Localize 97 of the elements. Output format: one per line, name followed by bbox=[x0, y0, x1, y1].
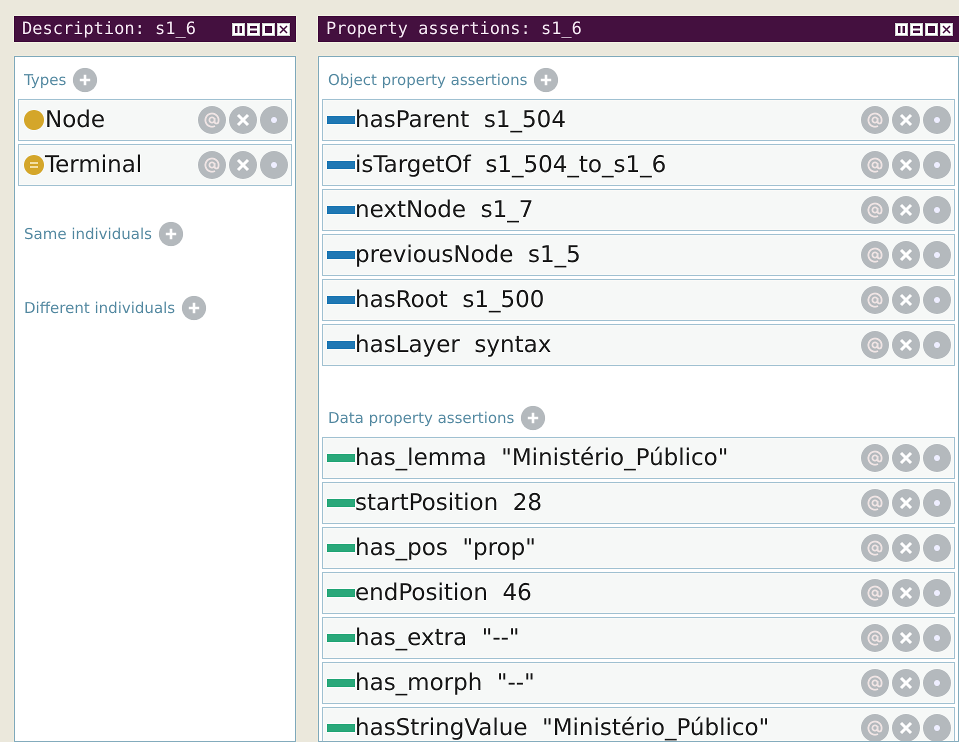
delete-icon[interactable] bbox=[891, 285, 921, 315]
edit-icon[interactable] bbox=[922, 285, 952, 315]
maximize-icon[interactable] bbox=[925, 22, 938, 36]
edit-icon[interactable] bbox=[922, 713, 952, 741]
assertion-text: has_pos "prop" bbox=[355, 535, 537, 561]
edit-icon[interactable] bbox=[922, 623, 952, 653]
assertion-row[interactable]: hasParent s1_504 bbox=[322, 99, 955, 141]
panel-title: Description: s1_6 bbox=[22, 19, 196, 39]
split-vertical-icon[interactable] bbox=[232, 22, 246, 36]
edit-icon[interactable] bbox=[922, 578, 952, 608]
split-horizontal-icon[interactable] bbox=[247, 22, 260, 36]
assertion-row[interactable]: has_morph "--" bbox=[322, 662, 955, 704]
section-label: Same individuals bbox=[24, 225, 152, 243]
delete-icon[interactable] bbox=[891, 195, 921, 225]
close-icon[interactable] bbox=[940, 22, 953, 36]
maximize-icon[interactable] bbox=[262, 22, 276, 36]
annotate-icon[interactable] bbox=[860, 533, 890, 563]
delete-icon[interactable] bbox=[891, 713, 921, 741]
delete-icon[interactable] bbox=[891, 105, 921, 135]
assertion-row[interactable]: isTargetOf s1_504_to_s1_6 bbox=[322, 144, 955, 186]
assertion-text: hasStringValue "Ministério_Público" bbox=[355, 715, 770, 741]
edit-icon[interactable] bbox=[922, 443, 952, 473]
close-icon[interactable] bbox=[277, 22, 290, 36]
edit-icon[interactable] bbox=[922, 105, 952, 135]
assertion-text: has_lemma "Ministério_Público" bbox=[355, 445, 730, 471]
assertion-text: hasParent s1_504 bbox=[355, 107, 567, 133]
add-icon[interactable] bbox=[533, 67, 560, 93]
delete-icon[interactable] bbox=[228, 105, 258, 135]
type-name: Terminal bbox=[45, 152, 144, 178]
delete-icon[interactable] bbox=[891, 443, 921, 473]
assertion-row[interactable]: startPosition 28 bbox=[322, 482, 955, 524]
annotate-icon[interactable] bbox=[860, 195, 890, 225]
edit-icon[interactable] bbox=[922, 330, 952, 360]
section-label: Different individuals bbox=[24, 299, 176, 317]
edit-icon[interactable] bbox=[259, 105, 290, 135]
delete-icon[interactable] bbox=[891, 150, 921, 180]
annotate-icon[interactable] bbox=[860, 443, 890, 473]
assertion-text: hasLayer syntax bbox=[355, 332, 552, 358]
split-horizontal-icon[interactable] bbox=[910, 22, 923, 36]
delete-icon[interactable] bbox=[891, 240, 921, 270]
panel-title: Property assertions: s1_6 bbox=[326, 19, 582, 39]
class-icon bbox=[23, 109, 45, 131]
annotate-icon[interactable] bbox=[197, 150, 228, 180]
split-vertical-icon[interactable] bbox=[895, 22, 908, 36]
delete-icon[interactable] bbox=[891, 533, 921, 563]
add-icon[interactable] bbox=[181, 295, 208, 321]
edit-icon[interactable] bbox=[922, 240, 952, 270]
assertion-text: nextNode s1_7 bbox=[355, 197, 534, 223]
assertion-row[interactable]: has_lemma "Ministério_Público" bbox=[322, 437, 955, 479]
delete-icon[interactable] bbox=[891, 578, 921, 608]
assertion-row[interactable]: hasLayer syntax bbox=[322, 324, 955, 366]
assertion-text: has_morph "--" bbox=[355, 670, 536, 696]
annotate-icon[interactable] bbox=[860, 713, 890, 741]
delete-icon[interactable] bbox=[228, 150, 258, 180]
type-name: Node bbox=[45, 107, 106, 133]
type-row[interactable]: Node bbox=[18, 99, 292, 141]
assertion-text: endPosition 46 bbox=[355, 580, 533, 606]
annotate-icon[interactable] bbox=[860, 488, 890, 518]
delete-icon[interactable] bbox=[891, 668, 921, 698]
edit-icon[interactable] bbox=[922, 533, 952, 563]
annotate-icon[interactable] bbox=[860, 240, 890, 270]
section-label: Object property assertions bbox=[328, 71, 528, 89]
assertion-row[interactable]: endPosition 46 bbox=[322, 572, 955, 614]
assertion-row[interactable]: hasRoot s1_500 bbox=[322, 279, 955, 321]
section-label: Types bbox=[24, 71, 66, 89]
edit-icon[interactable] bbox=[922, 668, 952, 698]
annotate-icon[interactable] bbox=[860, 105, 890, 135]
annotate-icon[interactable] bbox=[860, 150, 890, 180]
annotate-icon[interactable] bbox=[860, 285, 890, 315]
add-icon[interactable] bbox=[520, 405, 546, 431]
defined-class-icon bbox=[23, 154, 45, 176]
annotate-icon[interactable] bbox=[860, 668, 890, 698]
assertion-text: hasRoot s1_500 bbox=[355, 287, 546, 313]
annotate-icon[interactable] bbox=[860, 578, 890, 608]
assertion-row[interactable]: hasStringValue "Ministério_Público" bbox=[322, 707, 955, 741]
edit-icon[interactable] bbox=[259, 150, 290, 180]
assertion-row[interactable]: nextNode s1_7 bbox=[322, 189, 955, 231]
annotate-icon[interactable] bbox=[197, 105, 228, 135]
edit-icon[interactable] bbox=[922, 488, 952, 518]
assertion-text: startPosition 28 bbox=[355, 490, 544, 516]
add-icon[interactable] bbox=[72, 67, 98, 93]
add-icon[interactable] bbox=[158, 221, 184, 247]
delete-icon[interactable] bbox=[891, 623, 921, 653]
assertion-row[interactable]: has_pos "prop" bbox=[322, 527, 955, 569]
annotate-icon[interactable] bbox=[860, 330, 890, 360]
assertion-text: has_extra "--" bbox=[355, 625, 520, 651]
edit-icon[interactable] bbox=[922, 150, 952, 180]
annotate-icon[interactable] bbox=[860, 623, 890, 653]
assertion-row[interactable]: previousNode s1_5 bbox=[322, 234, 955, 276]
edit-icon[interactable] bbox=[922, 195, 952, 225]
assertion-row[interactable]: has_extra "--" bbox=[322, 617, 955, 659]
assertion-text: isTargetOf s1_504_to_s1_6 bbox=[355, 152, 668, 178]
assertion-text: previousNode s1_5 bbox=[355, 242, 582, 268]
delete-icon[interactable] bbox=[891, 330, 921, 360]
delete-icon[interactable] bbox=[891, 488, 921, 518]
type-row[interactable]: Terminal bbox=[18, 144, 292, 186]
section-label: Data property assertions bbox=[328, 409, 514, 427]
